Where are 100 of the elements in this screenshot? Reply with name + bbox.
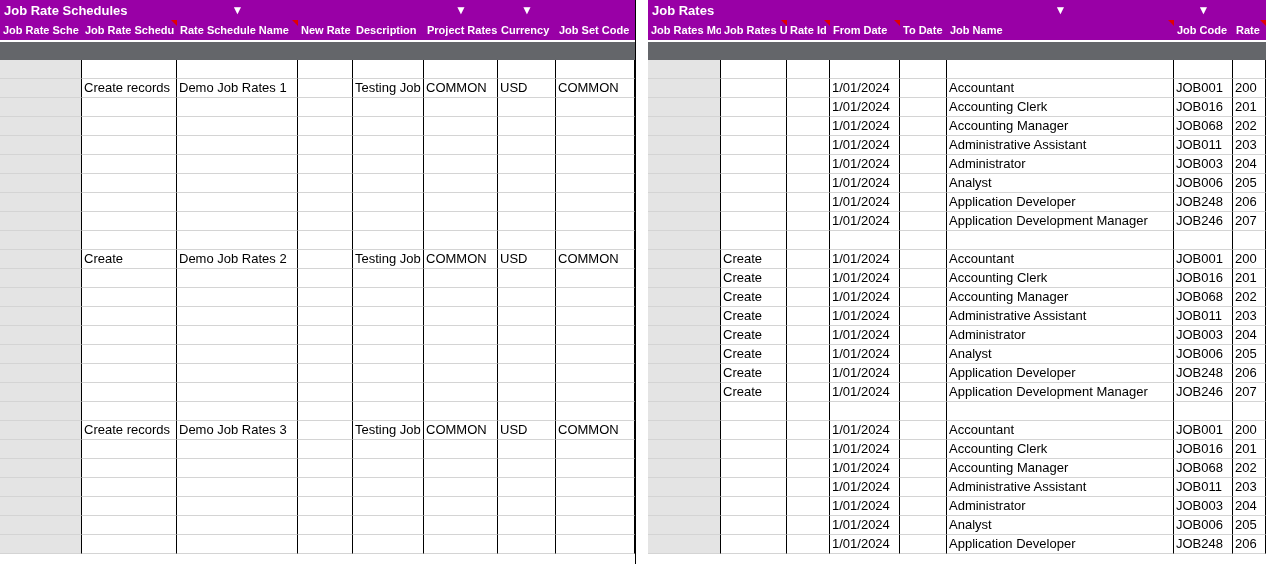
table-cell: 202: [1233, 288, 1266, 307]
empty-cell: [298, 516, 353, 535]
column-header[interactable]: Rate: [1233, 20, 1266, 40]
column-header[interactable]: Job Rate Sche: [0, 20, 82, 40]
empty-cell: [498, 136, 556, 155]
empty-cell: [787, 383, 830, 402]
table-cell: Create: [721, 364, 787, 383]
empty-cell: [900, 383, 947, 402]
empty-cell: [353, 497, 424, 516]
empty-cell: [787, 345, 830, 364]
column-header[interactable]: Currency: [498, 20, 556, 40]
empty-cell: [498, 459, 556, 478]
table-cell: JOB068: [1174, 459, 1233, 478]
table-cell: 200: [1233, 79, 1266, 98]
table-cell: JOB001: [1174, 79, 1233, 98]
empty-cell: [353, 440, 424, 459]
table-cell: 1/01/2024: [830, 459, 900, 478]
column-header[interactable]: Job Name: [947, 20, 1174, 40]
table-cell: Create: [721, 345, 787, 364]
column-header[interactable]: Job Set Code: [556, 20, 635, 40]
empty-cell: [353, 98, 424, 117]
table-cell: Accounting Manager: [947, 459, 1174, 478]
column-header[interactable]: Description: [353, 20, 424, 40]
empty-cell: [298, 326, 353, 345]
table-cell: Administrative Assistant: [947, 136, 1174, 155]
column-header[interactable]: Job Rate Schedu: [82, 20, 177, 40]
empty-cell: [498, 98, 556, 117]
table-cell: 1/01/2024: [830, 193, 900, 212]
empty-cell: [353, 60, 424, 79]
empty-cell: [830, 402, 900, 421]
table-cell: Analyst: [947, 516, 1174, 535]
empty-cell: [298, 79, 353, 98]
column-header[interactable]: Job Code: [1174, 20, 1233, 40]
empty-cell: [787, 269, 830, 288]
column-header[interactable]: To Date: [900, 20, 947, 40]
table-cell: 206: [1233, 193, 1266, 212]
filter-button[interactable]: ▼: [231, 4, 244, 16]
table-cell: JOB248: [1174, 193, 1233, 212]
table-cell: 1/01/2024: [830, 478, 900, 497]
empty-cell: [353, 364, 424, 383]
table-cell: 202: [1233, 459, 1266, 478]
table-cell: 204: [1233, 497, 1266, 516]
table-cell: Accounting Clerk: [947, 269, 1174, 288]
table-cell: Administrative Assistant: [947, 478, 1174, 497]
table-cell: 201: [1233, 440, 1266, 459]
table-cell: JOB003: [1174, 326, 1233, 345]
empty-cell: [498, 155, 556, 174]
table-cell: Create records: [82, 79, 177, 98]
filter-button[interactable]: ▼: [455, 4, 467, 16]
filter-button[interactable]: ▼: [1197, 4, 1210, 16]
empty-cell: [298, 440, 353, 459]
table-cell: Testing Job: [353, 421, 424, 440]
table-cell: JOB011: [1174, 136, 1233, 155]
table-cell: JOB016: [1174, 440, 1233, 459]
empty-cell: [1233, 231, 1266, 250]
table-cell: Demo Job Rates 1: [177, 79, 298, 98]
table-cell: Application Developer: [947, 364, 1174, 383]
empty-cell: [498, 402, 556, 421]
table-cell: 1/01/2024: [830, 174, 900, 193]
empty-cell: [787, 288, 830, 307]
empty-cell: [353, 117, 424, 136]
table-cell: Testing Job: [353, 79, 424, 98]
table-cell: Accounting Clerk: [947, 98, 1174, 117]
table-cell: 1/01/2024: [830, 535, 900, 554]
column-header[interactable]: Rate Schedule Name: [177, 20, 298, 40]
empty-cell: [298, 60, 353, 79]
empty-cell: [353, 516, 424, 535]
filter-button[interactable]: ▼: [521, 4, 533, 16]
table-cell: 200: [1233, 421, 1266, 440]
table-cell: JOB001: [1174, 250, 1233, 269]
empty-cell: [1174, 231, 1233, 250]
table-cell: 202: [1233, 117, 1266, 136]
empty-cell: [1174, 402, 1233, 421]
table-cell: JOB001: [1174, 421, 1233, 440]
table-cell: 1/01/2024: [830, 307, 900, 326]
empty-cell: [787, 440, 830, 459]
empty-cell: [900, 459, 947, 478]
empty-cell: [353, 155, 424, 174]
empty-cell: [900, 478, 947, 497]
empty-cell: [787, 79, 830, 98]
empty-cell: [900, 193, 947, 212]
empty-cell: [498, 326, 556, 345]
column-header[interactable]: Project Rates: [424, 20, 498, 40]
table-cell: Application Developer: [947, 535, 1174, 554]
column-header[interactable]: New Rate: [298, 20, 353, 40]
column-header[interactable]: From Date: [830, 20, 900, 40]
empty-cell: [498, 288, 556, 307]
column-header[interactable]: Job Rates U: [721, 20, 787, 40]
column-header[interactable]: Rate Id: [787, 20, 830, 40]
filter-button[interactable]: ▼: [1054, 4, 1067, 16]
table-cell: Testing Job: [353, 250, 424, 269]
empty-cell: [498, 212, 556, 231]
empty-cell: [498, 231, 556, 250]
table-cell: 203: [1233, 136, 1266, 155]
table-cell: Application Development Manager: [947, 212, 1174, 231]
table-cell: Create: [721, 269, 787, 288]
table-cell: Demo Job Rates 2: [177, 250, 298, 269]
table-cell: 1/01/2024: [830, 288, 900, 307]
empty-cell: [900, 98, 947, 117]
table-cell: JOB011: [1174, 307, 1233, 326]
